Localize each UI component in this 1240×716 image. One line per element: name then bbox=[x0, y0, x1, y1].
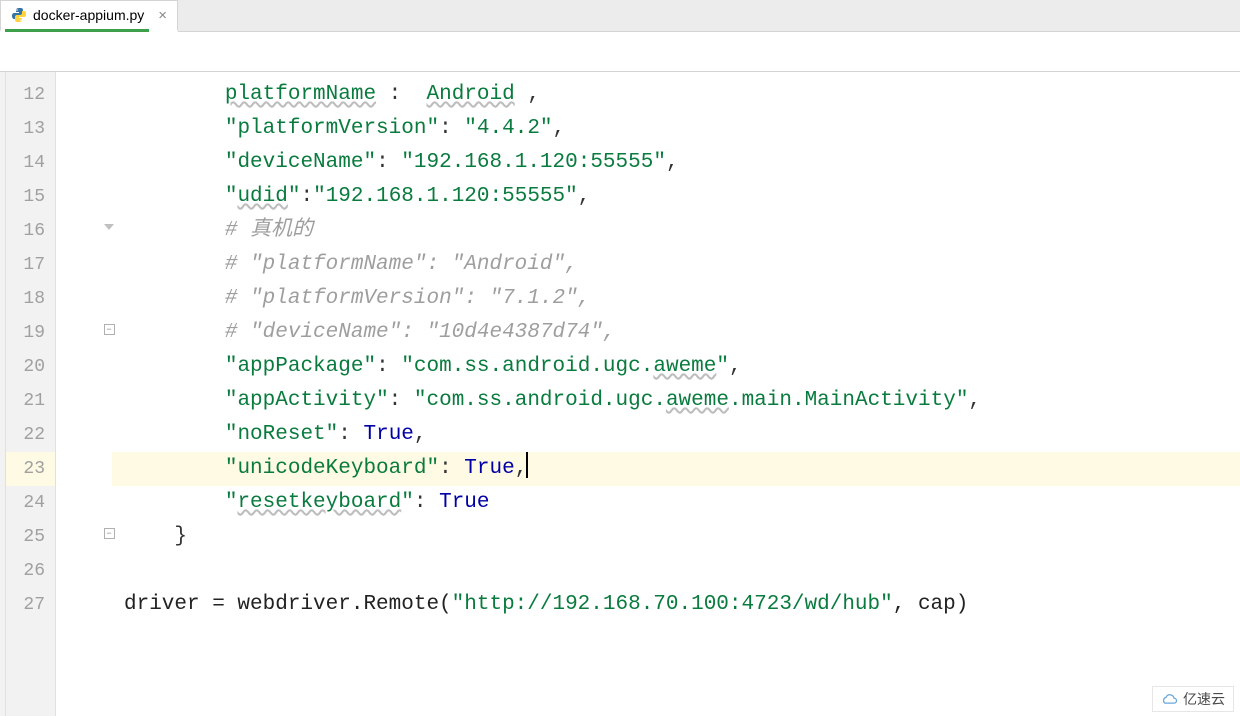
code-line: # "platformName": "Android", bbox=[112, 248, 1240, 282]
code-line-current: "unicodeKeyboard": True, bbox=[112, 452, 1240, 486]
code-line: "platformVersion": "4.4.2", bbox=[112, 112, 1240, 146]
code-line: # 真机的 bbox=[112, 214, 1240, 248]
line-number: 15 bbox=[6, 180, 55, 214]
line-number: 12 bbox=[6, 78, 55, 112]
watermark-badge: 亿速云 bbox=[1152, 686, 1234, 712]
breadcrumb-bar bbox=[0, 32, 1240, 72]
line-number: 19 bbox=[6, 316, 55, 350]
line-number-gutter: 12131415161718192021222324252627 bbox=[6, 72, 56, 716]
code-line: "appPackage": "com.ss.android.ugc.aweme"… bbox=[112, 350, 1240, 384]
code-line: platformName : Android , bbox=[112, 78, 1240, 112]
line-number: 23 bbox=[6, 452, 55, 486]
line-number: 13 bbox=[6, 112, 55, 146]
fold-gutter: − − bbox=[56, 72, 112, 716]
line-number: 21 bbox=[6, 384, 55, 418]
python-file-icon bbox=[11, 7, 27, 23]
tab-bar: docker-appium.py × bbox=[0, 0, 1240, 32]
code-line: "appActivity": "com.ss.android.ugc.aweme… bbox=[112, 384, 1240, 418]
code-line: "noReset": True, bbox=[112, 418, 1240, 452]
code-line: "resetkeyboard": True bbox=[112, 486, 1240, 520]
text-cursor bbox=[526, 452, 528, 478]
line-number: 24 bbox=[6, 486, 55, 520]
code-line bbox=[112, 554, 1240, 588]
line-number: 14 bbox=[6, 146, 55, 180]
code-line: "deviceName": "192.168.1.120:55555", bbox=[112, 146, 1240, 180]
line-number: 27 bbox=[6, 588, 55, 622]
line-number: 25 bbox=[6, 520, 55, 554]
watermark-text: 亿速云 bbox=[1183, 689, 1225, 709]
code-line: driver = webdriver.Remote("http://192.16… bbox=[112, 588, 1240, 622]
code-editor[interactable]: 12131415161718192021222324252627 − − pla… bbox=[0, 72, 1240, 716]
line-number: 26 bbox=[6, 554, 55, 588]
line-number: 20 bbox=[6, 350, 55, 384]
line-number: 22 bbox=[6, 418, 55, 452]
tab-filename: docker-appium.py bbox=[33, 7, 144, 23]
line-number: 18 bbox=[6, 282, 55, 316]
line-number: 16 bbox=[6, 214, 55, 248]
file-tab[interactable]: docker-appium.py × bbox=[0, 0, 178, 32]
tab-active-indicator bbox=[5, 29, 149, 32]
code-line: # "deviceName": "10d4e4387d74", bbox=[112, 316, 1240, 350]
cloud-icon bbox=[1159, 692, 1179, 706]
line-number: 17 bbox=[6, 248, 55, 282]
code-line: } bbox=[112, 520, 1240, 554]
close-tab-icon[interactable]: × bbox=[158, 7, 167, 24]
code-line: "udid":"192.168.1.120:55555", bbox=[112, 180, 1240, 214]
code-line: # "platformVersion": "7.1.2", bbox=[112, 282, 1240, 316]
code-content[interactable]: platformName : Android , "platformVersio… bbox=[112, 72, 1240, 716]
